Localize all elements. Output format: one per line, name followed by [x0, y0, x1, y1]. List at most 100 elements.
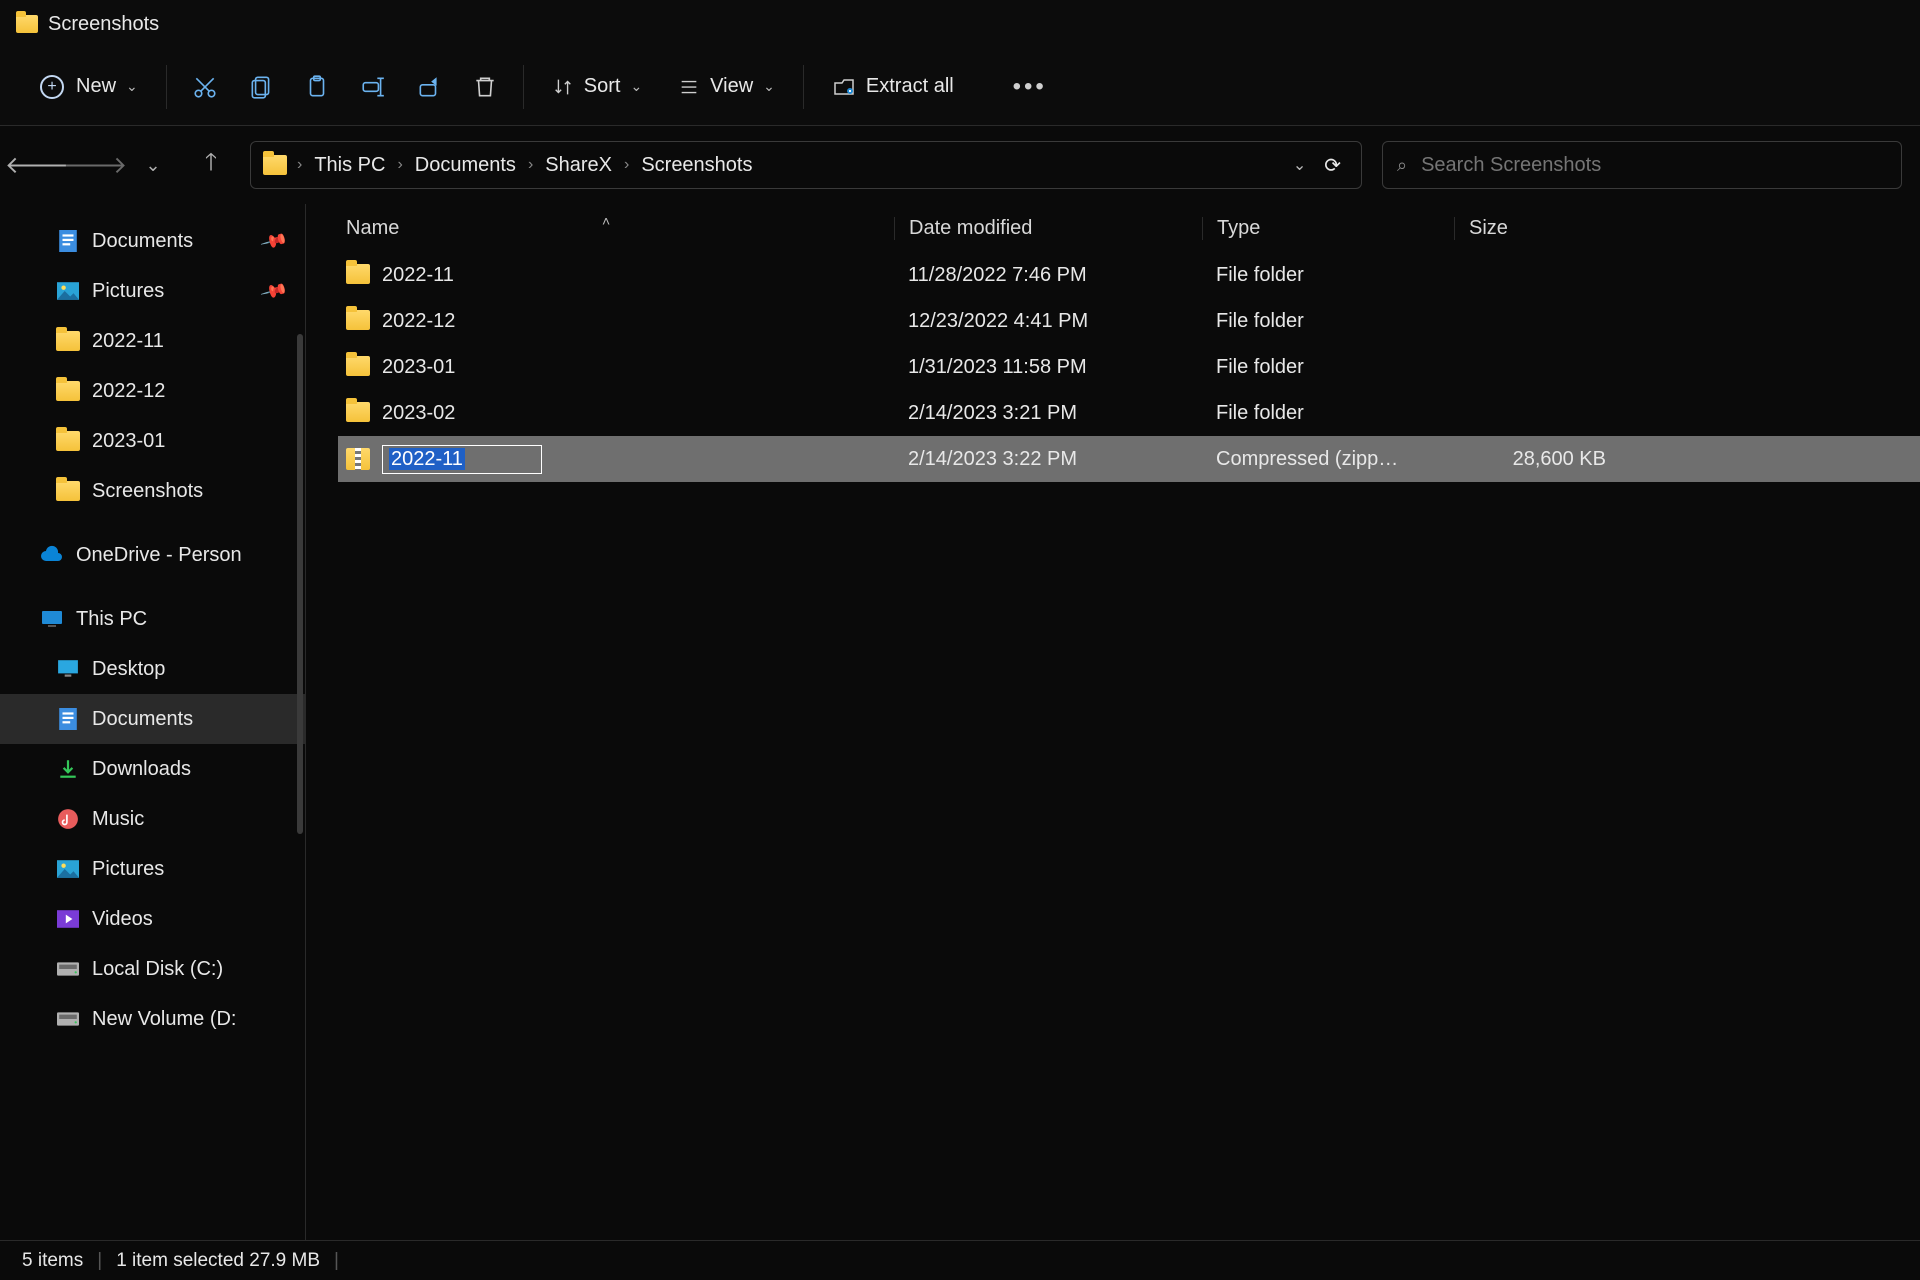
copy-button[interactable]: [235, 61, 287, 113]
column-header-type[interactable]: Type: [1202, 217, 1454, 240]
back-button[interactable]: 🡐: [18, 146, 56, 184]
trash-icon: [472, 74, 498, 100]
address-bar[interactable]: › This PC › Documents › ShareX › Screens…: [250, 141, 1362, 189]
sidebar-item[interactable]: Screenshots: [0, 466, 305, 516]
cut-button[interactable]: [179, 61, 231, 113]
status-separator: |: [97, 1250, 102, 1272]
file-row[interactable]: 2023-02 2/14/2023 3:21 PM File folder: [338, 390, 1920, 436]
file-row[interactable]: 2022-11 11/28/2022 7:46 PM File folder: [338, 252, 1920, 298]
status-item-count: 5 items: [22, 1250, 83, 1272]
sidebar-item[interactable]: Music: [0, 794, 305, 844]
search-input[interactable]: [1421, 154, 1887, 177]
folder-icon: [56, 480, 80, 502]
recent-dropdown[interactable]: ⌄: [134, 146, 172, 184]
file-date: 2/14/2023 3:21 PM: [894, 402, 1202, 425]
column-header-size[interactable]: Size: [1454, 217, 1620, 240]
new-button[interactable]: + New ⌄: [24, 61, 154, 113]
file-name: 2022-11: [382, 264, 454, 287]
sidebar-item-label: New Volume (D:: [92, 1008, 237, 1031]
sort-icon: [552, 74, 574, 100]
sidebar-item[interactable]: 2022-11: [0, 316, 305, 366]
toolbar-separator: [523, 65, 524, 109]
file-list: Name ˄ Date modified Type Size 2022-11 1…: [306, 204, 1920, 1240]
forward-button[interactable]: 🡒: [76, 146, 114, 184]
toolbar-separator: [166, 65, 167, 109]
file-row[interactable]: 2023-01 1/31/2023 11:58 PM File folder: [338, 344, 1920, 390]
music-icon: [56, 808, 80, 830]
sidebar-item-label: OneDrive - Person: [76, 544, 242, 567]
desktop-icon: [56, 658, 80, 680]
sidebar-item-label: 2022-11: [92, 330, 164, 353]
folder-icon: [346, 402, 370, 424]
status-bar: 5 items | 1 item selected 27.9 MB |: [0, 1240, 1920, 1280]
file-type: File folder: [1202, 356, 1454, 379]
view-button[interactable]: View ⌄: [662, 61, 791, 113]
rename-input[interactable]: 2022-11: [382, 445, 542, 474]
refresh-button[interactable]: ⟳: [1324, 153, 1341, 178]
status-selection: 1 item selected 27.9 MB: [116, 1250, 320, 1272]
toolbar-separator: [803, 65, 804, 109]
view-button-label: View: [710, 75, 753, 98]
sidebar-item-label: Desktop: [92, 658, 165, 681]
chevron-right-icon: ›: [528, 156, 533, 174]
file-date: 12/23/2022 4:41 PM: [894, 310, 1202, 333]
pin-icon: 📌: [259, 226, 289, 255]
file-row[interactable]: 2022-11 2/14/2023 3:22 PM Compressed (zi…: [338, 436, 1920, 482]
sidebar-item-label: Pictures: [92, 858, 164, 881]
column-header-name[interactable]: Name ˄: [338, 217, 894, 240]
chevron-down-icon[interactable]: ⌄: [1293, 155, 1306, 175]
new-button-label: New: [76, 75, 116, 98]
sidebar-item[interactable]: Pictures: [0, 844, 305, 894]
download-icon: [56, 758, 80, 780]
sort-button[interactable]: Sort ⌄: [536, 61, 658, 113]
file-name: 2023-01: [382, 356, 455, 379]
breadcrumb[interactable]: ShareX: [539, 150, 618, 181]
search-box[interactable]: ⌕: [1382, 141, 1902, 189]
chevron-right-icon: ›: [624, 156, 629, 174]
chevron-down-icon: ⌄: [126, 78, 138, 95]
sidebar-item[interactable]: New Volume (D:: [0, 994, 305, 1044]
sidebar-item-label: Documents: [92, 230, 193, 253]
clipboard-icon: [304, 74, 330, 100]
sidebar-item[interactable]: 2023-01: [0, 416, 305, 466]
delete-button[interactable]: [459, 61, 511, 113]
sidebar-item[interactable]: 2022-12: [0, 366, 305, 416]
file-date: 2/14/2023 3:22 PM: [894, 448, 1202, 471]
extract-all-button[interactable]: Extract all: [816, 61, 970, 113]
file-name: 2022-12: [382, 310, 455, 333]
sidebar-item[interactable]: Pictures📌: [0, 266, 305, 316]
column-header-date[interactable]: Date modified: [894, 217, 1202, 240]
sidebar-item[interactable]: Documents 📌: [0, 216, 305, 266]
cloud-icon: [40, 544, 64, 566]
breadcrumb[interactable]: Documents: [409, 150, 522, 181]
sidebar-item[interactable]: Local Disk (C:): [0, 944, 305, 994]
sidebar-item[interactable]: Videos: [0, 894, 305, 944]
sort-button-label: Sort: [584, 75, 621, 98]
sidebar-item-label: Videos: [92, 908, 153, 931]
sidebar-item-label: Downloads: [92, 758, 191, 781]
sidebar-onedrive[interactable]: OneDrive - Person: [0, 530, 305, 580]
sidebar-item-label: 2022-12: [92, 380, 165, 403]
file-name: 2023-02: [382, 402, 455, 425]
rename-button[interactable]: [347, 61, 399, 113]
paste-button[interactable]: [291, 61, 343, 113]
share-button[interactable]: [403, 61, 455, 113]
drive-icon: [56, 958, 80, 980]
share-icon: [416, 74, 442, 100]
breadcrumb[interactable]: Screenshots: [635, 150, 758, 181]
sidebar-item[interactable]: Desktop: [0, 644, 305, 694]
rename-icon: [360, 74, 386, 100]
up-button[interactable]: 🡑: [192, 146, 230, 184]
extract-all-label: Extract all: [866, 75, 954, 98]
toolbar: + New ⌄ Sort ⌄ View ⌄ Extract all •••: [0, 48, 1920, 126]
breadcrumb[interactable]: This PC: [308, 150, 391, 181]
more-button[interactable]: •••: [1004, 61, 1056, 113]
sidebar-item[interactable]: Documents: [0, 694, 305, 744]
file-type: File folder: [1202, 402, 1454, 425]
list-icon: [678, 74, 700, 100]
file-row[interactable]: 2022-12 12/23/2022 4:41 PM File folder: [338, 298, 1920, 344]
sidebar-this-pc[interactable]: This PC: [0, 594, 305, 644]
folder-icon: [346, 264, 370, 286]
sidebar-item[interactable]: Downloads: [0, 744, 305, 794]
scrollbar-thumb[interactable]: [297, 334, 303, 834]
